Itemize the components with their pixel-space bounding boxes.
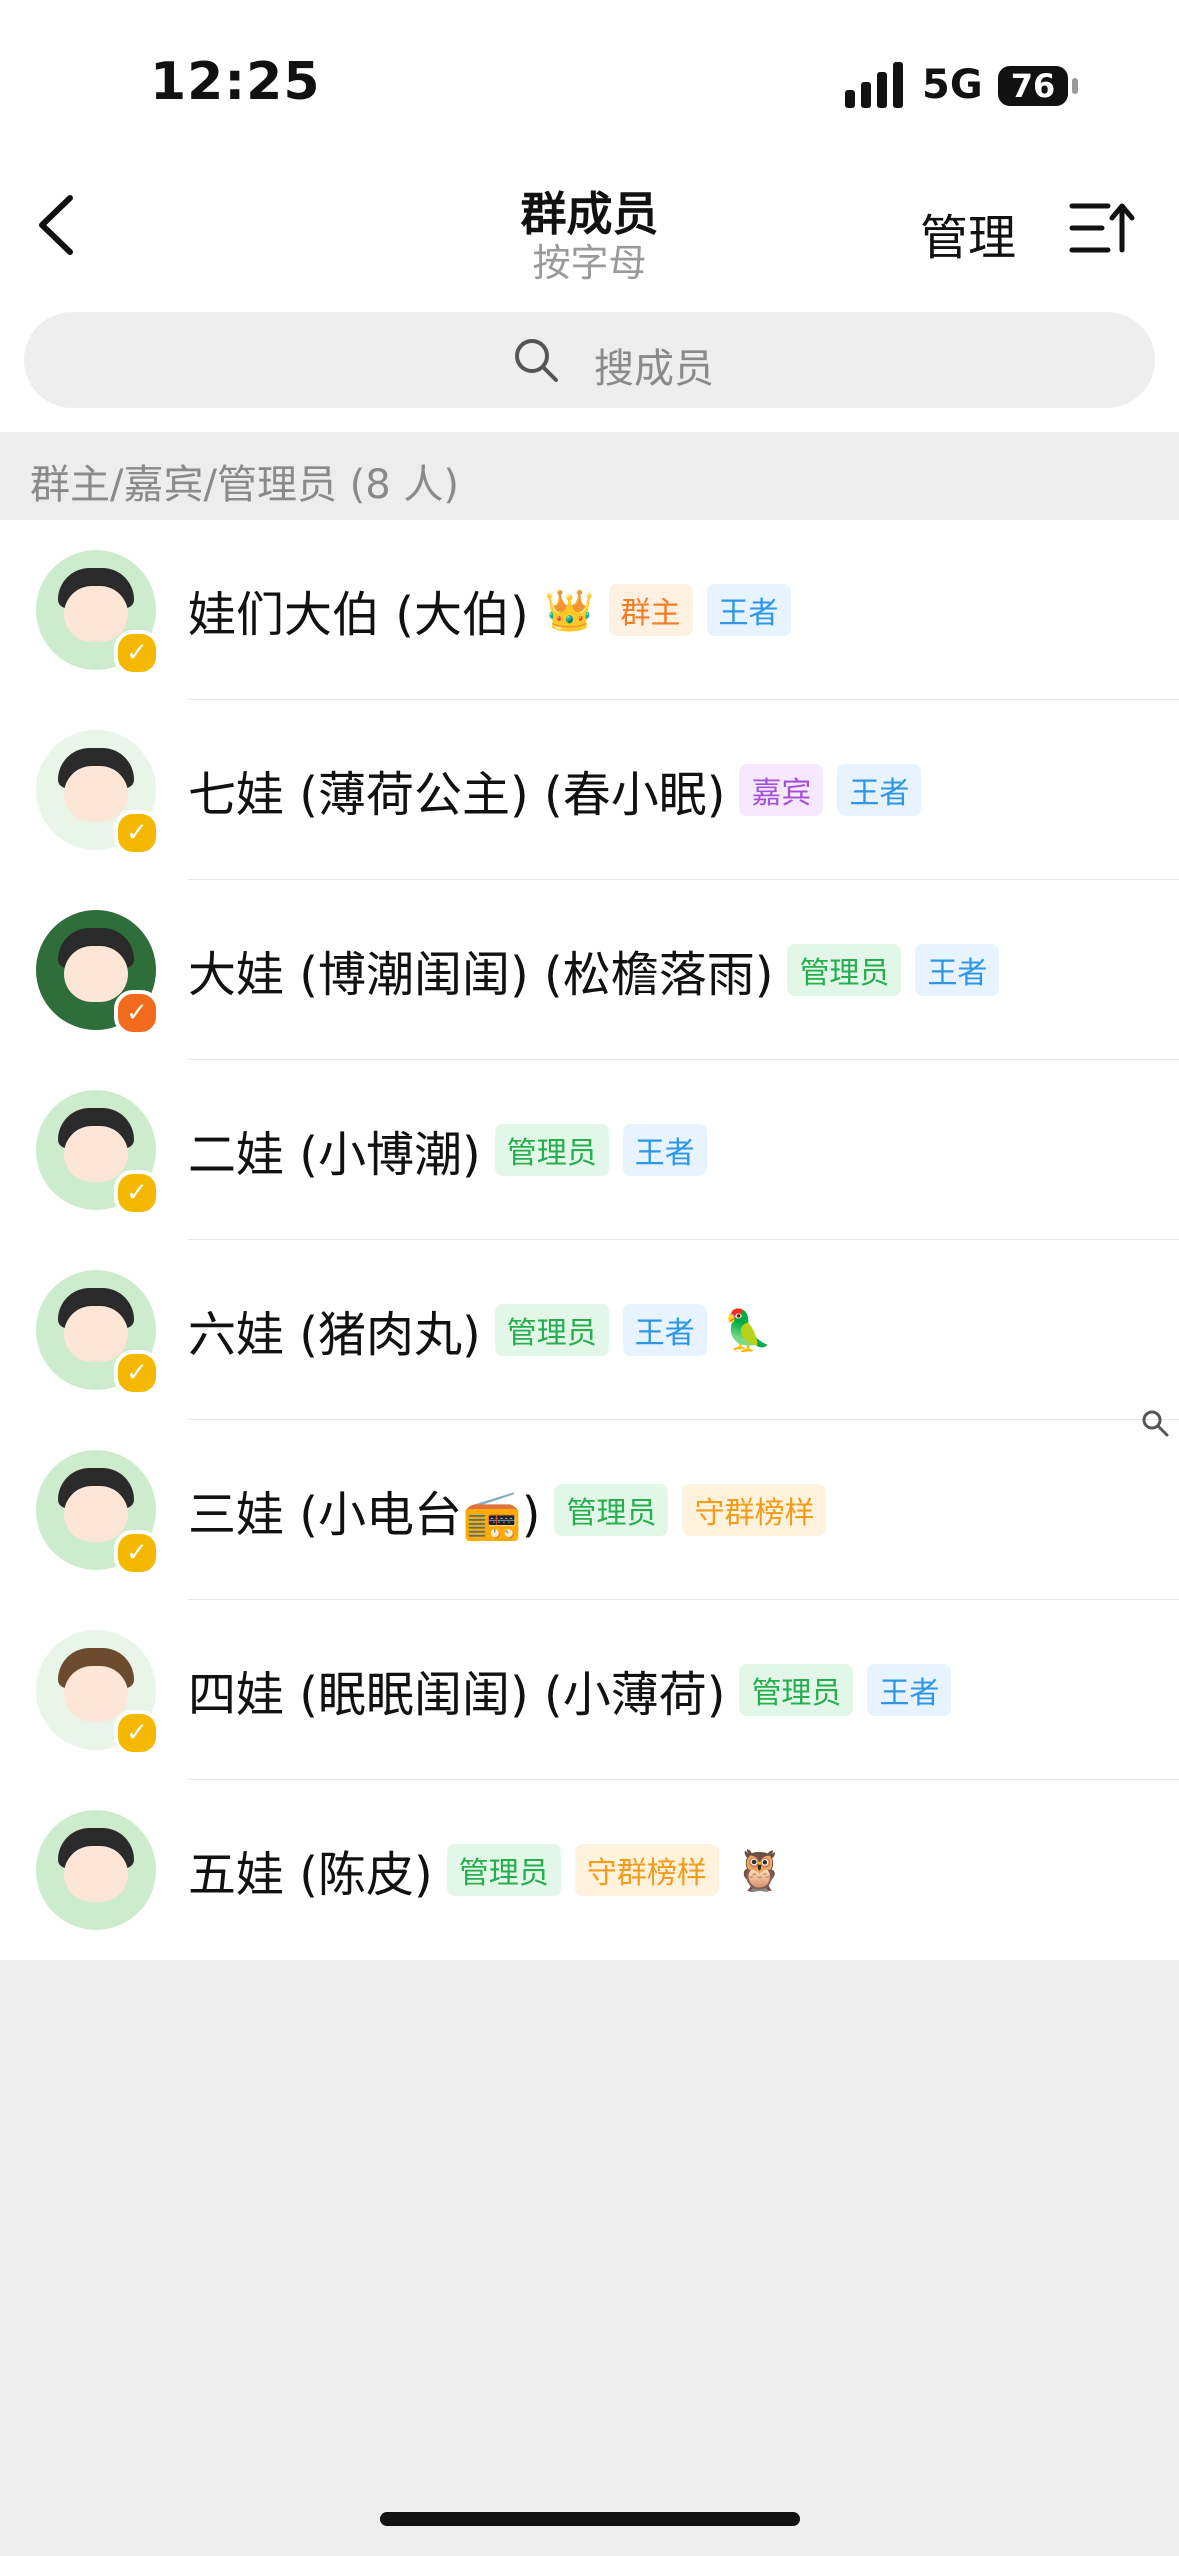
- role-tag: 管理员: [554, 1484, 669, 1536]
- role-tag: 管理员: [494, 1124, 609, 1176]
- level-tag: 王者: [837, 764, 922, 816]
- honor-tag: 守群榜样: [682, 1484, 827, 1536]
- verified-badge-icon: ✓: [114, 1710, 160, 1756]
- parrot-icon: 🦜: [722, 1307, 773, 1354]
- search-placeholder: 搜成员: [594, 346, 714, 392]
- avatar[interactable]: ✓: [36, 1450, 160, 1576]
- level-tag: 王者: [867, 1664, 952, 1716]
- manage-button[interactable]: 管理: [920, 198, 1016, 268]
- level-tag: 王者: [915, 944, 1000, 996]
- role-tag: 管理员: [739, 1664, 854, 1716]
- member-row[interactable]: ✓ 四娃 (眠眠闺闺) (小薄荷) 管理员 王者: [0, 1600, 1179, 1780]
- level-tag: 王者: [622, 1124, 707, 1176]
- role-tag: 管理员: [446, 1844, 561, 1896]
- avatar[interactable]: ✓: [36, 550, 160, 676]
- index-search-icon[interactable]: [1140, 1408, 1170, 1438]
- member-name: 三娃 (小电台📻): [188, 1487, 541, 1543]
- search-icon: [515, 339, 558, 382]
- member-row[interactable]: ✓ 七娃 (薄荷公主) (春小眠) 嘉宾 王者: [0, 700, 1179, 880]
- verified-badge-icon: ✓: [114, 630, 160, 676]
- member-row[interactable]: ✓ 娃们大伯 (大伯) 👑 群主 王者: [0, 520, 1179, 700]
- member-name: 五娃 (陈皮): [188, 1847, 433, 1903]
- section-header: 群主/嘉宾/管理员 (8 人): [0, 432, 1179, 520]
- member-row[interactable]: 五娃 (陈皮) 管理员 守群榜样 🦉: [0, 1780, 1179, 1960]
- role-tag: 嘉宾: [739, 764, 824, 816]
- member-row[interactable]: ✓ 二娃 (小博潮) 管理员 王者: [0, 1060, 1179, 1240]
- signal-icon: [845, 62, 905, 108]
- battery-icon: 76: [998, 66, 1068, 106]
- member-name: 娃们大伯 (大伯): [188, 587, 529, 643]
- sort-button[interactable]: [1068, 200, 1138, 256]
- sort-icon: [1069, 203, 1135, 253]
- section-header-label: 群主/嘉宾/管理员 (8 人): [30, 462, 460, 508]
- verified-badge-icon: ✓: [114, 1170, 160, 1216]
- level-tag: 王者: [622, 1304, 707, 1356]
- role-tag: 管理员: [787, 944, 902, 996]
- search-area: 搜成员: [0, 292, 1179, 432]
- member-row[interactable]: ✓ 六娃 (猪肉丸) 管理员 王者 🦜: [0, 1240, 1179, 1420]
- member-name: 大娃 (博潮闺闺) (松檐落雨): [188, 947, 774, 1003]
- crown-icon: 👑: [544, 587, 595, 634]
- avatar[interactable]: ✓: [36, 730, 160, 856]
- member-name: 六娃 (猪肉丸): [188, 1307, 481, 1363]
- nav-bar: 群成员 按字母 管理: [0, 160, 1179, 293]
- verified-badge-icon: ✓: [114, 990, 160, 1036]
- status-bar: 12:25 5G 76: [0, 0, 1179, 160]
- verified-badge-icon: ✓: [114, 810, 160, 856]
- status-time: 12:25: [150, 52, 321, 112]
- home-indicator: [380, 2512, 800, 2526]
- avatar[interactable]: ✓: [36, 1090, 160, 1216]
- honor-tag: 守群榜样: [574, 1844, 719, 1896]
- avatar[interactable]: [36, 1810, 156, 1930]
- member-name: 二娃 (小博潮): [188, 1127, 481, 1183]
- owl-icon: 🦉: [734, 1847, 785, 1894]
- member-name: 七娃 (薄荷公主) (春小眠): [188, 767, 726, 823]
- member-row[interactable]: ✓ 大娃 (博潮闺闺) (松檐落雨) 管理员 王者: [0, 880, 1179, 1060]
- verified-badge-icon: ✓: [114, 1530, 160, 1576]
- avatar[interactable]: ✓: [36, 910, 160, 1036]
- role-tag: 群主: [608, 584, 693, 636]
- verified-badge-icon: ✓: [114, 1350, 160, 1396]
- battery-cap: [1072, 78, 1078, 94]
- member-list: ✓ 娃们大伯 (大伯) 👑 群主 王者 ✓ 七娃 (薄荷公主) (春小眠) 嘉宾…: [0, 520, 1179, 1960]
- level-tag: 王者: [706, 584, 791, 636]
- network-type: 5G: [922, 62, 983, 108]
- member-name: 四娃 (眠眠闺闺) (小薄荷): [188, 1667, 726, 1723]
- role-tag: 管理员: [494, 1304, 609, 1356]
- avatar[interactable]: ✓: [36, 1270, 160, 1396]
- avatar[interactable]: ✓: [36, 1630, 160, 1756]
- member-row[interactable]: ✓ 三娃 (小电台📻) 管理员 守群榜样: [0, 1420, 1179, 1600]
- search-input[interactable]: 搜成员: [24, 312, 1155, 408]
